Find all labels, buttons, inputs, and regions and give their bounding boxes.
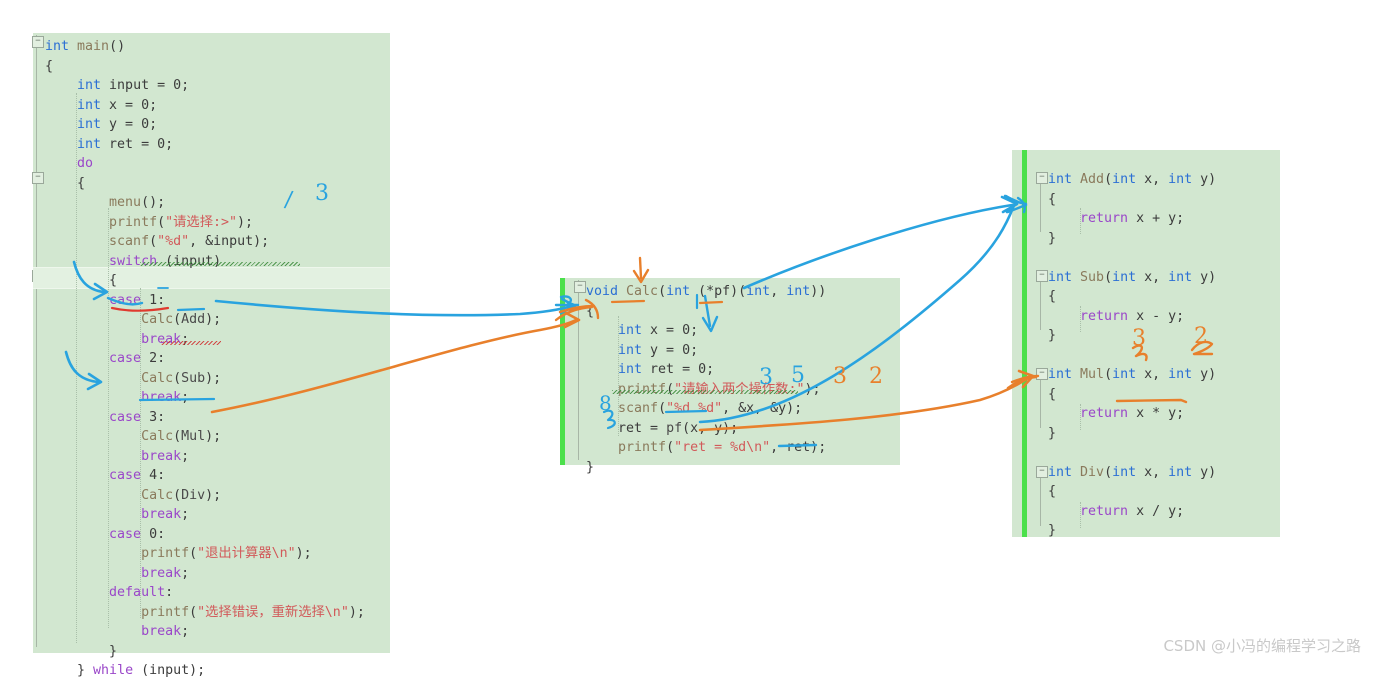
code-line: break; [45,565,190,581]
calc-add-error-squiggle [161,341,221,345]
code-line: return x / y; [1048,503,1185,519]
code-line: case 1: [45,292,166,308]
flow-pf-to-add [742,195,1019,290]
code-line: int x = 0; [45,97,158,113]
code-line: return x + y; [1048,211,1185,226]
code-line: break; [45,331,190,347]
code-line: case 4: [45,468,166,483]
code-line: printf("选择错误，重新选择\n"); [45,604,365,620]
fold-guide-line [578,280,579,460]
fold-toggle-calc[interactable]: − [574,281,586,293]
unsaved-changes-bar [1022,150,1027,537]
code-line: } [586,459,595,475]
code-line: Calc(Mul); [45,429,222,444]
code-line: return x * y; [1048,406,1185,421]
code-line: } [1048,328,1057,343]
scanf-warning-squiggle [140,262,300,266]
fold-toggle-add[interactable]: − [1036,172,1048,184]
code-line: Calc(Add); [45,312,222,327]
code-line: } while (input); [45,663,206,678]
code-line: } [1048,425,1057,441]
fold-toggle-main[interactable]: − [32,36,44,48]
screenshot-root: − − − int main() { int input = 0; int x =… [0,0,1383,682]
code-line: int x = 0; [586,323,699,338]
code-line: int main() [45,39,126,54]
fold-toggle-sub[interactable]: − [1036,270,1048,282]
code-line: { [45,58,54,74]
code-line: int Add(int x, int y) [1048,172,1217,187]
code-line: default: [45,585,174,600]
code-line: case 3: [45,409,166,425]
code-line: int Div(int x, int y) [1048,464,1217,480]
code-line: } [1048,230,1057,246]
csdn-watermark: CSDN @小冯的编程学习之路 [1163,637,1361,655]
code-line: break; [45,507,190,522]
code-line: Calc(Div); [45,487,222,503]
fold-toggle-div[interactable]: − [1036,466,1048,478]
code-line: scanf("%d", &input); [45,234,270,249]
code-line: do [45,156,94,171]
fold-toggle-do[interactable]: − [32,172,44,184]
code-line: return x - y; [1048,308,1185,324]
code-line: { [1048,386,1057,402]
code-line: { [1048,191,1057,207]
calc-scanf-warning-squiggle [612,390,798,394]
code-line: printf("退出计算器\n"); [45,546,312,561]
code-line: case 2: [45,351,166,366]
code-line: break; [45,390,190,405]
code-line: int y = 0; [45,117,158,132]
operations-pane[interactable]: − − − − int Add(int x, int y) { return x … [1012,150,1280,538]
calc-code-text: void Calc(int (*pf)(int, int)) { int x = … [586,282,826,477]
fold-toggle-mul[interactable]: − [1036,368,1048,380]
code-line: { [45,273,118,288]
fold-guide-line [36,35,37,647]
code-line: { [1048,289,1057,304]
code-line: int ret = 0; [586,362,715,377]
code-line: case 0: [45,526,166,542]
calc-function-pane[interactable]: − void Calc(int (*pf)(int, int)) { int x … [560,278,900,475]
code-line: Calc(Sub); [45,370,222,386]
code-line: int Mul(int x, int y) [1048,367,1217,382]
code-line: } [45,643,118,659]
code-line: printf("ret = %d\n", ret); [586,440,827,455]
main-code-text: int main() { int input = 0; int x = 0; in… [45,37,365,681]
code-line: } [1048,523,1057,538]
code-line: { [586,303,595,319]
code-line: { [45,175,86,191]
code-line: int y = 0; [586,342,699,358]
unsaved-changes-bar [560,278,565,465]
code-line: void Calc(int (*pf)(int, int)) [586,284,827,299]
code-line: { [1048,484,1057,499]
code-line: int ret = 0; [45,136,174,152]
ops-code-text: int Add(int x, int y) { return x + y;} in… [1048,170,1216,541]
code-line: ret = pf(x, y); [586,420,739,436]
code-line: int input = 0; [45,78,190,93]
code-line: break; [45,448,190,464]
code-line: menu(); [45,195,166,210]
main-function-pane[interactable]: − − − int main(){ int input = 0; int x =… [32,33,390,678]
code-line: printf("请选择:>"); [45,214,254,230]
code-line: break; [45,624,190,639]
code-line: scanf("%d %d", &x, &y); [586,401,803,416]
code-line: int Sub(int x, int y) [1048,269,1217,285]
